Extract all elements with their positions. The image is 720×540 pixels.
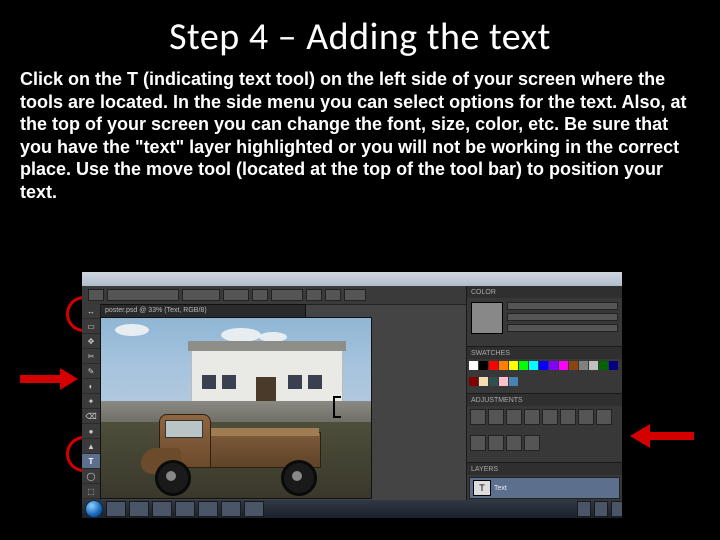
- slide-body: Click on the T (indicating text tool) on…: [0, 60, 720, 203]
- layer-name: Text: [494, 485, 507, 492]
- slide-title: Step 4 – Adding the text: [0, 0, 720, 60]
- swatches-panel[interactable]: SWATCHES: [467, 347, 622, 394]
- taskbar-button[interactable]: [244, 501, 264, 517]
- taskbar-button[interactable]: [198, 501, 218, 517]
- swatch[interactable]: [609, 361, 618, 370]
- adjustment-icon[interactable]: [506, 435, 522, 451]
- screenshot: poster.psd @ 33% (Text, RGB/8) ↔ ▭ ✥ ✂ ✎…: [82, 272, 622, 518]
- swatch[interactable]: [569, 361, 578, 370]
- adjustment-icon[interactable]: [506, 409, 522, 425]
- layer-text[interactable]: T Text: [469, 477, 620, 499]
- adjustments-panel[interactable]: ADJUSTMENTS: [467, 394, 622, 463]
- swatch[interactable]: [559, 361, 568, 370]
- eraser-tool[interactable]: ⌫: [82, 409, 100, 424]
- windows-taskbar[interactable]: [82, 500, 622, 518]
- text-tool[interactable]: T: [82, 454, 100, 469]
- adjustment-icon[interactable]: [470, 409, 486, 425]
- adjustment-icon[interactable]: [524, 409, 540, 425]
- text-insertion-cursor: [333, 396, 341, 418]
- swatch[interactable]: [499, 377, 508, 386]
- taskbar-button[interactable]: [106, 501, 126, 517]
- adjustment-icon[interactable]: [542, 409, 558, 425]
- slider-b[interactable]: [507, 324, 618, 332]
- adjustment-icon[interactable]: [560, 409, 576, 425]
- swatch[interactable]: [479, 361, 488, 370]
- swatch[interactable]: [489, 377, 498, 386]
- panel-dock: COLOR SWATCHES ADJUSTMENTS: [466, 286, 622, 500]
- swatch[interactable]: [479, 377, 488, 386]
- swatches-panel-header: SWATCHES: [467, 347, 622, 359]
- callout-arrow-layers: [628, 424, 694, 448]
- hand-tool[interactable]: ⬚: [82, 484, 100, 499]
- start-button[interactable]: [85, 500, 103, 518]
- photo-old-truck: [101, 318, 371, 498]
- color-panel[interactable]: COLOR: [467, 286, 622, 347]
- document-tab[interactable]: poster.psd @ 33% (Text, RGB/8): [100, 304, 306, 318]
- color-panel-header: COLOR: [467, 286, 622, 298]
- swatch[interactable]: [509, 361, 518, 370]
- foreground-swatch[interactable]: [471, 302, 503, 334]
- swatch[interactable]: [599, 361, 608, 370]
- shape-tool[interactable]: ◯: [82, 469, 100, 484]
- window-titlebar: [82, 272, 622, 286]
- swatch[interactable]: [549, 361, 558, 370]
- swatch[interactable]: [499, 361, 508, 370]
- adjustment-icon[interactable]: [488, 409, 504, 425]
- marquee-tool[interactable]: ▭: [82, 319, 100, 334]
- swatch[interactable]: [469, 361, 478, 370]
- tray-icon[interactable]: [594, 501, 608, 517]
- gradient-tool[interactable]: ●: [82, 424, 100, 439]
- tray-icon[interactable]: [577, 501, 591, 517]
- crop-tool[interactable]: ✂: [82, 349, 100, 364]
- brush-tool[interactable]: ◐: [82, 379, 100, 394]
- swatch[interactable]: [579, 361, 588, 370]
- pen-tool[interactable]: ▲: [82, 439, 100, 454]
- slide: Step 4 – Adding the text Click on the T …: [0, 0, 720, 540]
- eyedropper-tool[interactable]: ✎: [82, 364, 100, 379]
- photoshop-window: poster.psd @ 33% (Text, RGB/8) ↔ ▭ ✥ ✂ ✎…: [82, 272, 622, 518]
- swatch[interactable]: [489, 361, 498, 370]
- move-tool[interactable]: ↔: [82, 304, 100, 319]
- layer-thumb-icon: T: [473, 480, 491, 496]
- swatch[interactable]: [469, 377, 478, 386]
- canvas[interactable]: [100, 317, 372, 499]
- taskbar-button[interactable]: [152, 501, 172, 517]
- adjustment-icon[interactable]: [470, 435, 486, 451]
- slider-r[interactable]: [507, 302, 618, 310]
- layers-panel-header: LAYERS: [467, 463, 622, 475]
- taskbar-button[interactable]: [221, 501, 241, 517]
- swatch[interactable]: [539, 361, 548, 370]
- taskbar-button[interactable]: [129, 501, 149, 517]
- taskbar-button[interactable]: [175, 501, 195, 517]
- adjustments-panel-header: ADJUSTMENTS: [467, 394, 622, 406]
- adjustment-icon[interactable]: [596, 409, 612, 425]
- adjustment-icon[interactable]: [524, 435, 540, 451]
- swatch[interactable]: [519, 361, 528, 370]
- adjustment-icon[interactable]: [488, 435, 504, 451]
- tools-panel: ↔ ▭ ✥ ✂ ✎ ◐ ✦ ⌫ ● ▲ T ◯ ⬚: [82, 304, 101, 500]
- slider-g[interactable]: [507, 313, 618, 321]
- adjustment-icon[interactable]: [578, 409, 594, 425]
- swatch[interactable]: [589, 361, 598, 370]
- healing-tool[interactable]: ✦: [82, 394, 100, 409]
- swatch[interactable]: [509, 377, 518, 386]
- callout-arrow-toolbar: [20, 368, 78, 390]
- lasso-tool[interactable]: ✥: [82, 334, 100, 349]
- swatch[interactable]: [529, 361, 538, 370]
- tray-icon[interactable]: [611, 501, 622, 517]
